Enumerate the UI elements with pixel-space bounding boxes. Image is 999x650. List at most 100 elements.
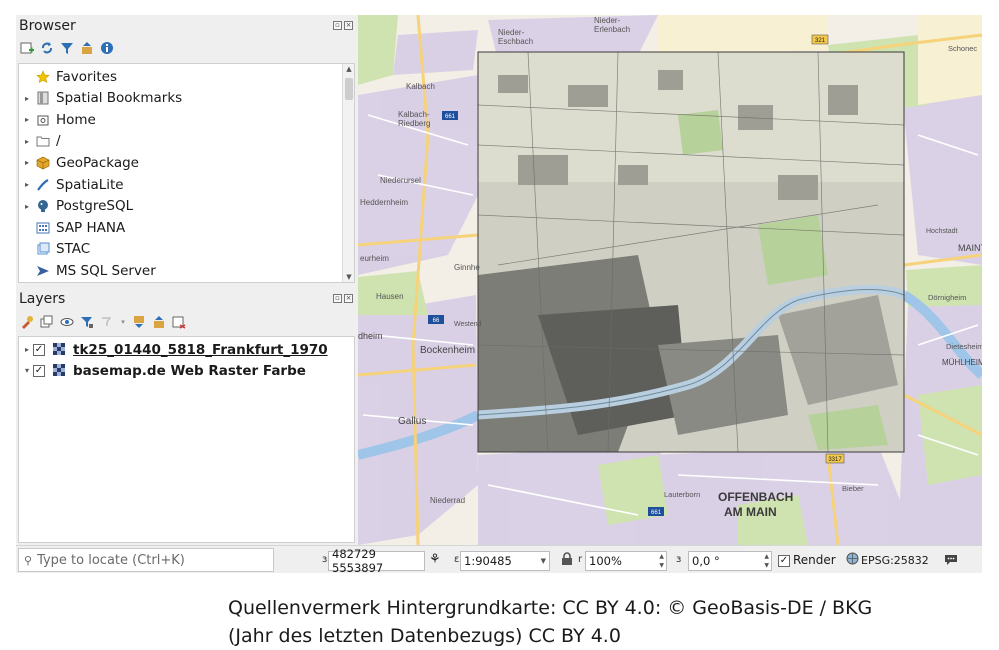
caption-line-1: Quellenvermerk Hintergrundkarte: CC BY 4… xyxy=(228,597,873,619)
label-maintal: MAINT xyxy=(958,243,982,253)
label-niederrad: Niederrad xyxy=(430,496,465,505)
chevron-down-icon[interactable]: ▼ xyxy=(541,557,546,565)
search-icon: ⚲ xyxy=(24,553,33,567)
svg-text:66: 66 xyxy=(433,318,440,324)
label-rodelheim: dheim xyxy=(358,331,383,341)
coordinate-label: ɜ xyxy=(322,554,328,565)
float-panel-icon[interactable]: ▫ xyxy=(333,21,342,30)
label-ginnheim: Ginnhe xyxy=(454,263,480,272)
svg-text:661: 661 xyxy=(445,114,456,120)
filter-legend-icon[interactable] xyxy=(80,315,94,329)
browser-item-label: SpatiaLite xyxy=(56,176,124,193)
magnifier-value: 100% xyxy=(589,554,622,568)
scale-combobox[interactable]: 1:90485 ▼ xyxy=(460,551,550,571)
label-dornigheim: Dörnigheim xyxy=(928,293,966,302)
label-offenbach-am-main: AM MAIN xyxy=(724,505,777,519)
layers-tree[interactable]: ▸ ✓ tk25_01440_5818_Frankfurt_1970 ▾ ✓ basema… xyxy=(18,336,355,543)
browser-toolbar xyxy=(20,39,114,57)
scale-label: ɛ xyxy=(454,554,460,565)
browser-scrollbar[interactable]: ▲ ▼ xyxy=(342,64,354,282)
collapse-arrow-icon[interactable]: ▾ xyxy=(21,366,33,375)
close-panel-icon[interactable]: × xyxy=(344,21,353,30)
coordinate-field[interactable]: 482729 5553897 xyxy=(328,547,425,575)
dropdown-arrow-icon[interactable]: ▾ xyxy=(120,315,126,329)
map-canvas[interactable]: 661 66 661 321 3317 Nieder-Eschbach Nied… xyxy=(358,15,982,545)
expand-all-icon[interactable] xyxy=(132,315,146,329)
browser-item[interactable]: ▸ / xyxy=(21,131,61,152)
svg-text:321: 321 xyxy=(815,38,826,44)
rotation-value: 0,0 ° xyxy=(692,554,720,568)
add-layer-icon[interactable] xyxy=(20,41,34,55)
browser-item[interactable]: STAC xyxy=(21,239,90,260)
browser-item[interactable]: ▸ SpatiaLite xyxy=(21,174,124,195)
expand-arrow-icon[interactable]: ▸ xyxy=(21,345,33,354)
add-group-icon[interactable] xyxy=(40,315,54,329)
attribution-caption: Quellenvermerk Hintergrundkarte: CC BY 4… xyxy=(228,594,872,650)
browser-item[interactable]: MS SQL Server xyxy=(21,260,156,281)
collapse-all-icon[interactable] xyxy=(152,315,166,329)
layers-panel-buttons: ▫ × xyxy=(333,294,353,303)
layer-item[interactable]: ▾ ✓ basemap.de Web Raster Farbe xyxy=(21,360,306,381)
browser-item[interactable]: ▸ Home xyxy=(21,109,96,130)
browser-item-label: Favorites xyxy=(56,68,117,85)
browser-item[interactable]: ▸ PostgreSQL xyxy=(21,196,133,217)
browser-item[interactable]: Favorites xyxy=(21,66,117,87)
crs-label[interactable]: EPSG:25832 xyxy=(861,554,929,567)
bookmark-icon xyxy=(35,91,51,105)
magnifier-spinbox[interactable]: 100% ▲ ▼ xyxy=(585,551,667,571)
svg-text:661: 661 xyxy=(651,510,662,516)
browser-panel-title: Browser xyxy=(19,18,76,34)
home-icon xyxy=(35,113,51,127)
refresh-icon[interactable] xyxy=(40,41,54,55)
close-panel-icon[interactable]: × xyxy=(344,294,353,303)
postgresql-icon xyxy=(35,199,51,213)
star-icon xyxy=(35,69,51,84)
remove-layer-icon[interactable] xyxy=(172,315,186,329)
spin-arrows-icon[interactable]: ▲ ▼ xyxy=(764,552,769,570)
collapse-all-icon[interactable] xyxy=(80,41,94,55)
locator-search-input[interactable]: ⚲ Type to locate (Ctrl+K) xyxy=(18,548,274,572)
browser-item-label: Home xyxy=(56,111,96,128)
layer-item[interactable]: ▸ ✓ tk25_01440_5818_Frankfurt_1970 xyxy=(21,339,328,360)
layer-visibility-checkbox[interactable]: ✓ xyxy=(33,343,45,356)
layers-panel-title: Layers xyxy=(19,291,66,307)
float-panel-icon[interactable]: ▫ xyxy=(333,294,342,303)
messages-icon[interactable] xyxy=(944,552,958,569)
expand-arrow-icon[interactable]: ▸ xyxy=(21,115,33,124)
layers-toolbar: ▾ xyxy=(20,313,186,331)
label-bieber: Bieber xyxy=(842,484,864,493)
folder-icon xyxy=(35,134,51,148)
style-icon[interactable] xyxy=(20,315,34,329)
browser-tree[interactable]: Favorites ▸ Spatial Bookmarks ▸ Home ▸ / ▸ GeoPa… xyxy=(18,63,355,283)
visibility-eye-icon[interactable] xyxy=(60,315,74,329)
label-dietesheim: Dietesheim xyxy=(946,342,982,351)
magnifier-label: r xyxy=(578,554,583,565)
layer-visibility-checkbox[interactable]: ✓ xyxy=(33,364,45,377)
label-kalbach: Kalbach xyxy=(406,82,435,91)
info-icon[interactable] xyxy=(100,41,114,55)
expand-arrow-icon[interactable]: ▸ xyxy=(21,137,33,146)
filter-expression-icon[interactable] xyxy=(100,315,114,329)
svg-text:3317: 3317 xyxy=(828,457,842,463)
browser-item-label: MS SQL Server xyxy=(56,262,156,279)
filter-icon[interactable] xyxy=(60,41,74,55)
browser-item[interactable]: SAP HANA xyxy=(21,217,125,238)
raster-layer-icon xyxy=(51,343,67,357)
expand-arrow-icon[interactable]: ▸ xyxy=(21,180,33,189)
expand-arrow-icon[interactable]: ▸ xyxy=(21,158,33,167)
render-label: Render xyxy=(793,553,836,567)
browser-item[interactable]: ▸ GeoPackage xyxy=(21,152,139,173)
expand-arrow-icon[interactable]: ▸ xyxy=(21,94,33,103)
rotation-spinbox[interactable]: 0,0 ° ▲ ▼ xyxy=(688,551,772,571)
lock-scale-icon[interactable] xyxy=(561,552,573,569)
spin-arrows-icon[interactable]: ▲ ▼ xyxy=(659,552,664,570)
toggle-extents-icon[interactable]: ⚘ xyxy=(429,552,441,567)
label-westend: Westend xyxy=(454,321,482,328)
expand-arrow-icon[interactable]: ▸ xyxy=(21,202,33,211)
stac-icon xyxy=(35,242,51,256)
layer-name: tk25_01440_5818_Frankfurt_1970 xyxy=(73,341,328,358)
label-heddernheim: Heddernheim xyxy=(360,198,408,207)
browser-item[interactable]: ▸ Spatial Bookmarks xyxy=(21,88,182,109)
crs-globe-icon[interactable] xyxy=(846,552,859,568)
render-checkbox[interactable]: ✓ xyxy=(778,555,790,567)
